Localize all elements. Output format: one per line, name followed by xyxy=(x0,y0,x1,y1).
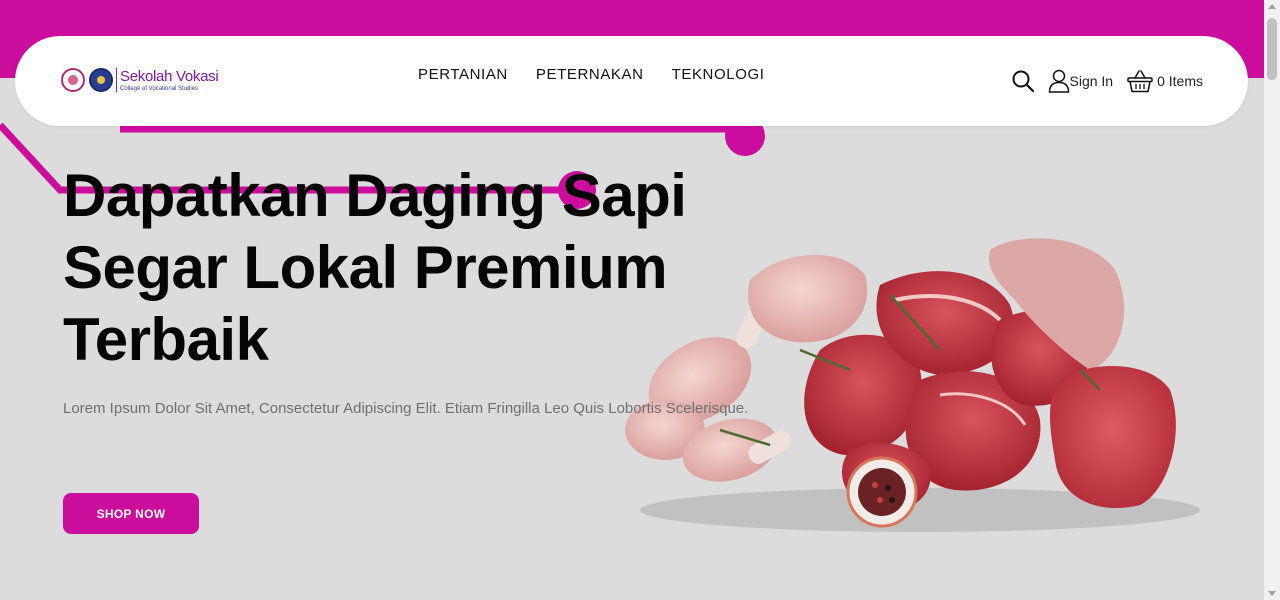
shop-now-button[interactable]: SHOP NOW xyxy=(63,493,199,534)
cart-link[interactable]: 0 Items xyxy=(1127,69,1203,93)
sign-in-link[interactable]: Sign In xyxy=(1048,69,1114,93)
header-actions: Sign In 0 Items xyxy=(1012,69,1203,93)
scroll-up-icon[interactable] xyxy=(1268,4,1276,9)
cart-count-label: 0 Items xyxy=(1157,73,1203,89)
faculty-emblem-icon xyxy=(89,68,113,92)
hero-title-line-1: Dapatkan Daging Sapi xyxy=(63,162,687,229)
user-icon xyxy=(1048,69,1069,93)
search-icon[interactable] xyxy=(1012,70,1034,92)
nav-item-peternakan[interactable]: PETERNAKAN xyxy=(536,66,644,83)
scroll-down-icon[interactable] xyxy=(1268,591,1276,596)
hero-title-line-2: Segar Lokal Premium xyxy=(63,234,668,301)
logo-brand-name: Sekolah Vokasi xyxy=(120,67,219,85)
page-scrollbar[interactable] xyxy=(1264,0,1280,600)
main-menu: PERTANIAN PETERNAKAN TEKNOLOGI xyxy=(418,66,765,83)
sign-in-label: Sign In xyxy=(1069,73,1114,89)
university-emblem-icon xyxy=(61,68,85,92)
site-logo[interactable]: Sekolah Vokasi College of Vocational Stu… xyxy=(61,67,219,92)
hero-title: Dapatkan Daging Sapi Segar Lokal Premium… xyxy=(63,160,763,376)
nav-item-pertanian[interactable]: PERTANIAN xyxy=(418,66,508,83)
logo-subtitle: College of Vocational Studies xyxy=(120,85,199,92)
header-navbar: Sekolah Vokasi College of Vocational Stu… xyxy=(15,36,1248,126)
scrollbar-thumb[interactable] xyxy=(1267,18,1277,80)
basket-icon xyxy=(1127,70,1153,93)
logo-divider xyxy=(116,68,117,92)
nav-item-teknologi[interactable]: TEKNOLOGI xyxy=(672,66,765,83)
hero-description: Lorem Ipsum Dolor Sit Amet, Consectetur … xyxy=(63,400,749,417)
hero-title-line-3: Terbaik xyxy=(63,306,269,373)
